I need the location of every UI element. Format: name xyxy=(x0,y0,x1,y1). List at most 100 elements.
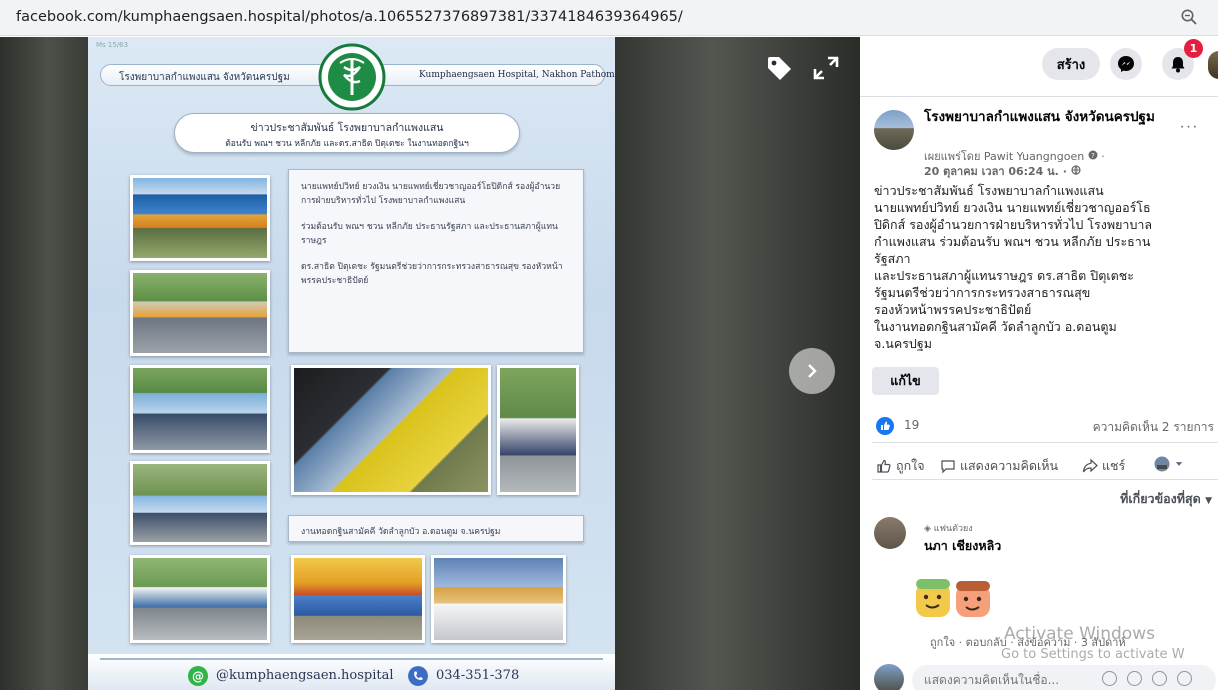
activate-windows-watermark: Activate Windows xyxy=(1004,624,1155,644)
comment-label: แสดงความคิดเห็น xyxy=(960,458,1059,473)
news-subtitle: ต้อนรับ พณฯ ชวน หลีกภัย และดร.สาธิต ปิตุ… xyxy=(225,139,469,149)
tag-icon[interactable] xyxy=(764,53,794,83)
caret-down-icon: ▼ xyxy=(1205,496,1212,506)
svg-text:?: ? xyxy=(1091,152,1095,160)
share-button[interactable]: แชร์ xyxy=(1082,456,1125,476)
post-line: รัฐสภา xyxy=(874,251,911,266)
address-bar[interactable]: facebook.com/kumphaengsaen.hospital/phot… xyxy=(0,0,1218,36)
ministry-seal-icon xyxy=(318,43,386,111)
comment-sort-dropdown[interactable]: ที่เกี่ยวข้องที่สุด ▼ xyxy=(1120,489,1212,509)
like-reaction-icon[interactable] xyxy=(876,417,894,435)
composer-icons xyxy=(1102,671,1192,686)
post-time-text[interactable]: 20 ตุลาคม เวลา 06:24 น. · xyxy=(924,165,1067,178)
photo-banner-group xyxy=(130,175,270,261)
poster-header-english: Kumphaengsaen Hospital, Nakhon Pathom xyxy=(419,70,615,80)
news-title-box: ข่าวประชาสัมพันธ์ โรงพยาบาลกำแพงแสน ต้อน… xyxy=(174,113,520,153)
reactions-divider xyxy=(872,442,1218,443)
post-line: รัฐมนตรีช่วยว่าการกระทรวงสาธารณสุข xyxy=(874,285,1091,300)
info-line-3: ดร.สาธิต ปิตุเตชะ รัฐมนตรีช่วยว่าการกระท… xyxy=(301,262,563,286)
emoji-icon[interactable] xyxy=(1102,671,1117,686)
top-fan-label: แฟนตัวยง xyxy=(933,524,973,534)
create-button[interactable]: สร้าง xyxy=(1042,48,1100,80)
commenter-avatar[interactable] xyxy=(874,517,906,549)
gif-icon[interactable] xyxy=(1152,671,1167,686)
top-fan-badge: ◈ แฟนตัวยง xyxy=(924,521,973,535)
post-line: ในงานทอดกฐินสามัคคี วัดลำลูกบัว อ.ดอนตูม xyxy=(874,319,1117,334)
question-icon[interactable]: ? xyxy=(1088,150,1098,160)
like-label: ถูกใจ xyxy=(896,458,925,473)
photo-monks-walking xyxy=(130,270,270,356)
next-photo-button[interactable] xyxy=(789,348,835,394)
phone-number: 034-351-378 xyxy=(436,668,520,683)
poster-header-thai: โรงพยาบาลกำแพงแสน จังหวัดนครปฐม xyxy=(119,72,290,83)
actions-divider xyxy=(872,479,1218,480)
thumbs-up-icon xyxy=(877,459,891,473)
messenger-icon xyxy=(1118,56,1134,72)
caret-down-icon xyxy=(1175,462,1183,466)
page-avatar[interactable] xyxy=(874,110,914,150)
zoom-icon[interactable] xyxy=(1180,8,1198,26)
share-icon xyxy=(1082,458,1098,473)
photo-doctor-closeup xyxy=(291,365,491,495)
messenger-button[interactable] xyxy=(1110,48,1142,80)
poster-image: Ms 15/63 โรงพยาบาลกำแพงแสน จังหวัดนครปฐม… xyxy=(88,37,615,690)
footer-divider xyxy=(100,658,603,660)
topbar-divider xyxy=(860,96,1218,97)
photo-ceremony xyxy=(431,555,566,643)
event-caption: งานทอดกฐินสามัคคี วัดลำลูกบัว อ.ดอนตูม จ… xyxy=(301,527,501,537)
comment-count[interactable]: ความคิดเห็น 2 รายการ xyxy=(1093,418,1214,437)
diamond-icon: ◈ xyxy=(924,524,931,534)
globe-icon xyxy=(1071,165,1081,176)
url-text[interactable]: facebook.com/kumphaengsaen.hospital/phot… xyxy=(16,9,683,25)
composer-avatar xyxy=(874,664,904,690)
photo-greeting xyxy=(130,555,270,643)
chevron-right-icon xyxy=(808,364,817,378)
posted-by-dot: · xyxy=(1101,150,1105,163)
info-line-1: นายแพทย์ปวิทย์ ยวงเงิน นายแพทย์เชี่ยวชาญ… xyxy=(301,182,561,206)
photo-viewer: Ms 15/63 โรงพยาบาลกำแพงแสน จังหวัดนครปฐม… xyxy=(0,37,860,690)
notification-badge: 1 xyxy=(1184,39,1203,58)
comment-button[interactable]: แสดงความคิดเห็น xyxy=(940,456,1058,476)
photo-staff-group-1 xyxy=(130,365,270,453)
viewer-backdrop-left xyxy=(0,37,88,690)
post-side-panel: สร้าง 1 โรงพยาบาลกำแพงแสน จังหวัดนครปฐม … xyxy=(860,37,1218,690)
page-avatar-small-icon xyxy=(1154,456,1170,472)
photo-handshake xyxy=(497,365,579,495)
post-line: รองหัวหน้าพรรคประชาธิปัตย์ xyxy=(874,302,1032,317)
photo-staff-group-2 xyxy=(130,461,270,545)
like-button[interactable]: ถูกใจ xyxy=(876,456,925,476)
info-line-2: ร่วมต้อนรับ พณฯ ชวน หลีกภัย ประธานรัฐสภา… xyxy=(301,222,558,246)
sort-label: ที่เกี่ยวข้องที่สุด xyxy=(1120,491,1201,506)
edit-post-button[interactable]: แก้ไข xyxy=(872,367,939,395)
post-timestamp[interactable]: 20 ตุลาคม เวลา 06:24 น. · xyxy=(924,162,1081,180)
line-app-icon: @ xyxy=(188,666,208,686)
facebook-photo-page: facebook.com/kumphaengsaen.hospital/phot… xyxy=(0,0,1218,690)
expand-icon[interactable] xyxy=(812,55,840,81)
commenter-name[interactable]: นภา เชียงหลิว xyxy=(924,536,1001,556)
phone-icon xyxy=(408,666,428,686)
share-label: แชร์ xyxy=(1102,458,1126,473)
event-caption-box: งานทอดกฐินสามัคคี วัดลำลูกบัว อ.ดอนตูม จ… xyxy=(288,515,584,542)
like-count[interactable]: 19 xyxy=(904,418,919,432)
more-options-button[interactable]: ··· xyxy=(1174,117,1204,137)
page-name[interactable]: โรงพยาบาลกำแพงแสน จังหวัดนครปฐม xyxy=(924,109,1164,126)
poster-footer: @ @kumphaengsaen.hospital 034-351-378 xyxy=(88,654,615,690)
activate-windows-hint: Go to Settings to activate W xyxy=(1001,647,1185,662)
photo-temple-crowd xyxy=(291,555,425,643)
sticker-image xyxy=(916,579,990,617)
account-avatar[interactable] xyxy=(1208,51,1218,79)
post-line: นายแพทย์ปวิทย์ ยวงเงิน นายแพทย์เชี่ยวชาญ… xyxy=(874,200,1151,215)
svg-text:@: @ xyxy=(192,670,204,684)
comment-icon xyxy=(941,460,955,474)
post-body: ข่าวประชาสัมพันธ์ โรงพยาบาลกำแพงแสน นายแ… xyxy=(874,182,1214,352)
poster-info-box: นายแพทย์ปวิทย์ ยวงเงิน นายแพทย์เชี่ยวชาญ… xyxy=(288,169,584,353)
news-title: ข่าวประชาสัมพันธ์ โรงพยาบาลกำแพงแสน xyxy=(250,122,444,134)
post-line: และประธานสภาผู้แทนราษฎร ดร.สาธิต ปิตุเตช… xyxy=(874,268,1134,283)
line-id: @kumphaengsaen.hospital xyxy=(216,668,394,683)
audience-selector[interactable] xyxy=(1154,456,1184,472)
post-line: กำแพงแสน ร่วมต้อนรับ พณฯ ชวน หลีกภัย ประ… xyxy=(874,234,1151,249)
poster-code: Ms 15/63 xyxy=(96,41,129,49)
camera-icon[interactable] xyxy=(1127,671,1142,686)
sticker-icon[interactable] xyxy=(1177,671,1192,686)
post-line: ปิดิกส์ รองผู้อำนวยการฝ่ายบริหารทั่วไป โ… xyxy=(874,217,1153,232)
